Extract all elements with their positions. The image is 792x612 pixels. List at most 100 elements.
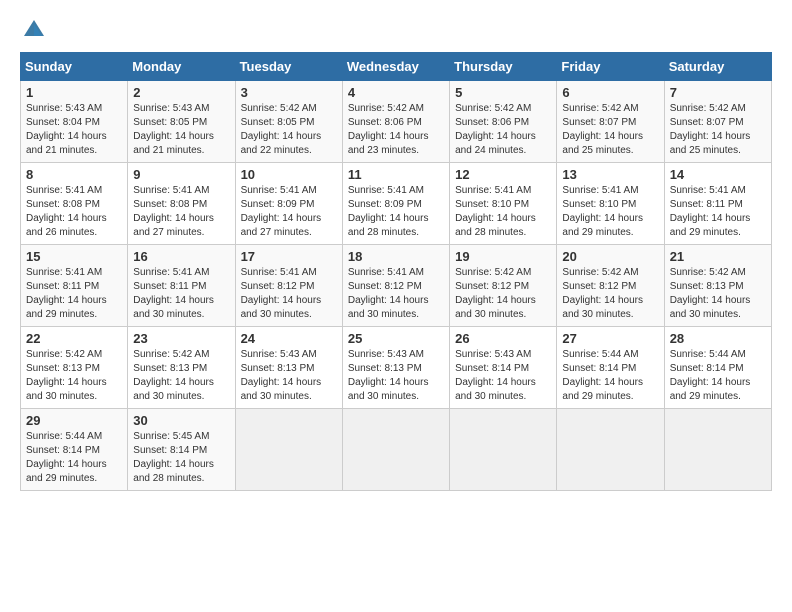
day-cell: 18 Sunrise: 5:41 AMSunset: 8:12 PMDaylig… [342, 245, 449, 327]
header [20, 16, 772, 44]
day-cell: 21 Sunrise: 5:42 AMSunset: 8:13 PMDaylig… [664, 245, 771, 327]
day-cell [235, 409, 342, 491]
day-cell: 15 Sunrise: 5:41 AMSunset: 8:11 PMDaylig… [21, 245, 128, 327]
day-cell: 2 Sunrise: 5:43 AMSunset: 8:05 PMDayligh… [128, 81, 235, 163]
day-cell: 25 Sunrise: 5:43 AMSunset: 8:13 PMDaylig… [342, 327, 449, 409]
day-cell: 4 Sunrise: 5:42 AMSunset: 8:06 PMDayligh… [342, 81, 449, 163]
day-cell: 20 Sunrise: 5:42 AMSunset: 8:12 PMDaylig… [557, 245, 664, 327]
day-info: Sunrise: 5:44 AMSunset: 8:14 PMDaylight:… [670, 348, 766, 404]
day-cell: 23 Sunrise: 5:42 AMSunset: 8:13 PMDaylig… [128, 327, 235, 409]
day-number: 30 [133, 413, 229, 428]
day-number: 1 [26, 85, 122, 100]
day-info: Sunrise: 5:41 AMSunset: 8:11 PMDaylight:… [670, 184, 766, 240]
week-row-3: 15 Sunrise: 5:41 AMSunset: 8:11 PMDaylig… [21, 245, 772, 327]
day-cell: 10 Sunrise: 5:41 AMSunset: 8:09 PMDaylig… [235, 163, 342, 245]
day-info: Sunrise: 5:43 AMSunset: 8:14 PMDaylight:… [455, 348, 551, 404]
day-number: 8 [26, 167, 122, 182]
day-info: Sunrise: 5:42 AMSunset: 8:13 PMDaylight:… [670, 266, 766, 322]
day-info: Sunrise: 5:43 AMSunset: 8:04 PMDaylight:… [26, 102, 122, 158]
day-number: 6 [562, 85, 658, 100]
day-cell: 8 Sunrise: 5:41 AMSunset: 8:08 PMDayligh… [21, 163, 128, 245]
day-info: Sunrise: 5:43 AMSunset: 8:05 PMDaylight:… [133, 102, 229, 158]
day-number: 9 [133, 167, 229, 182]
day-number: 10 [241, 167, 337, 182]
day-number: 12 [455, 167, 551, 182]
header-cell-thursday: Thursday [450, 53, 557, 81]
day-info: Sunrise: 5:41 AMSunset: 8:10 PMDaylight:… [455, 184, 551, 240]
day-number: 2 [133, 85, 229, 100]
day-cell [557, 409, 664, 491]
day-number: 15 [26, 249, 122, 264]
day-cell: 7 Sunrise: 5:42 AMSunset: 8:07 PMDayligh… [664, 81, 771, 163]
page: SundayMondayTuesdayWednesdayThursdayFrid… [0, 0, 792, 612]
day-cell [342, 409, 449, 491]
day-info: Sunrise: 5:42 AMSunset: 8:07 PMDaylight:… [670, 102, 766, 158]
day-info: Sunrise: 5:42 AMSunset: 8:05 PMDaylight:… [241, 102, 337, 158]
day-info: Sunrise: 5:42 AMSunset: 8:06 PMDaylight:… [455, 102, 551, 158]
header-row: SundayMondayTuesdayWednesdayThursdayFrid… [21, 53, 772, 81]
day-number: 19 [455, 249, 551, 264]
day-cell: 19 Sunrise: 5:42 AMSunset: 8:12 PMDaylig… [450, 245, 557, 327]
day-cell: 11 Sunrise: 5:41 AMSunset: 8:09 PMDaylig… [342, 163, 449, 245]
day-number: 28 [670, 331, 766, 346]
day-number: 13 [562, 167, 658, 182]
day-cell: 6 Sunrise: 5:42 AMSunset: 8:07 PMDayligh… [557, 81, 664, 163]
day-info: Sunrise: 5:41 AMSunset: 8:12 PMDaylight:… [241, 266, 337, 322]
day-number: 20 [562, 249, 658, 264]
day-cell: 24 Sunrise: 5:43 AMSunset: 8:13 PMDaylig… [235, 327, 342, 409]
header-cell-saturday: Saturday [664, 53, 771, 81]
day-info: Sunrise: 5:44 AMSunset: 8:14 PMDaylight:… [26, 430, 122, 486]
day-cell: 13 Sunrise: 5:41 AMSunset: 8:10 PMDaylig… [557, 163, 664, 245]
day-number: 5 [455, 85, 551, 100]
logo [20, 16, 52, 44]
day-cell: 22 Sunrise: 5:42 AMSunset: 8:13 PMDaylig… [21, 327, 128, 409]
week-row-5: 29 Sunrise: 5:44 AMSunset: 8:14 PMDaylig… [21, 409, 772, 491]
day-cell: 3 Sunrise: 5:42 AMSunset: 8:05 PMDayligh… [235, 81, 342, 163]
day-number: 7 [670, 85, 766, 100]
day-cell: 5 Sunrise: 5:42 AMSunset: 8:06 PMDayligh… [450, 81, 557, 163]
week-row-2: 8 Sunrise: 5:41 AMSunset: 8:08 PMDayligh… [21, 163, 772, 245]
day-cell: 1 Sunrise: 5:43 AMSunset: 8:04 PMDayligh… [21, 81, 128, 163]
day-number: 25 [348, 331, 444, 346]
header-cell-monday: Monday [128, 53, 235, 81]
day-info: Sunrise: 5:45 AMSunset: 8:14 PMDaylight:… [133, 430, 229, 486]
day-number: 18 [348, 249, 444, 264]
day-cell: 16 Sunrise: 5:41 AMSunset: 8:11 PMDaylig… [128, 245, 235, 327]
day-info: Sunrise: 5:43 AMSunset: 8:13 PMDaylight:… [348, 348, 444, 404]
week-row-4: 22 Sunrise: 5:42 AMSunset: 8:13 PMDaylig… [21, 327, 772, 409]
day-info: Sunrise: 5:41 AMSunset: 8:11 PMDaylight:… [26, 266, 122, 322]
day-cell: 28 Sunrise: 5:44 AMSunset: 8:14 PMDaylig… [664, 327, 771, 409]
day-info: Sunrise: 5:41 AMSunset: 8:08 PMDaylight:… [26, 184, 122, 240]
day-cell: 30 Sunrise: 5:45 AMSunset: 8:14 PMDaylig… [128, 409, 235, 491]
day-info: Sunrise: 5:43 AMSunset: 8:13 PMDaylight:… [241, 348, 337, 404]
day-number: 16 [133, 249, 229, 264]
day-number: 27 [562, 331, 658, 346]
day-info: Sunrise: 5:42 AMSunset: 8:07 PMDaylight:… [562, 102, 658, 158]
day-number: 17 [241, 249, 337, 264]
day-cell: 14 Sunrise: 5:41 AMSunset: 8:11 PMDaylig… [664, 163, 771, 245]
day-number: 21 [670, 249, 766, 264]
day-info: Sunrise: 5:42 AMSunset: 8:12 PMDaylight:… [562, 266, 658, 322]
day-info: Sunrise: 5:41 AMSunset: 8:12 PMDaylight:… [348, 266, 444, 322]
day-number: 22 [26, 331, 122, 346]
day-cell: 17 Sunrise: 5:41 AMSunset: 8:12 PMDaylig… [235, 245, 342, 327]
day-number: 26 [455, 331, 551, 346]
day-info: Sunrise: 5:41 AMSunset: 8:09 PMDaylight:… [348, 184, 444, 240]
day-cell: 9 Sunrise: 5:41 AMSunset: 8:08 PMDayligh… [128, 163, 235, 245]
day-number: 24 [241, 331, 337, 346]
day-number: 29 [26, 413, 122, 428]
header-cell-friday: Friday [557, 53, 664, 81]
day-cell [450, 409, 557, 491]
day-info: Sunrise: 5:42 AMSunset: 8:13 PMDaylight:… [26, 348, 122, 404]
logo-icon [20, 16, 48, 44]
day-info: Sunrise: 5:42 AMSunset: 8:12 PMDaylight:… [455, 266, 551, 322]
day-info: Sunrise: 5:41 AMSunset: 8:08 PMDaylight:… [133, 184, 229, 240]
day-cell: 12 Sunrise: 5:41 AMSunset: 8:10 PMDaylig… [450, 163, 557, 245]
header-cell-sunday: Sunday [21, 53, 128, 81]
day-info: Sunrise: 5:42 AMSunset: 8:06 PMDaylight:… [348, 102, 444, 158]
day-cell [664, 409, 771, 491]
day-cell: 29 Sunrise: 5:44 AMSunset: 8:14 PMDaylig… [21, 409, 128, 491]
day-number: 23 [133, 331, 229, 346]
day-info: Sunrise: 5:42 AMSunset: 8:13 PMDaylight:… [133, 348, 229, 404]
header-cell-wednesday: Wednesday [342, 53, 449, 81]
